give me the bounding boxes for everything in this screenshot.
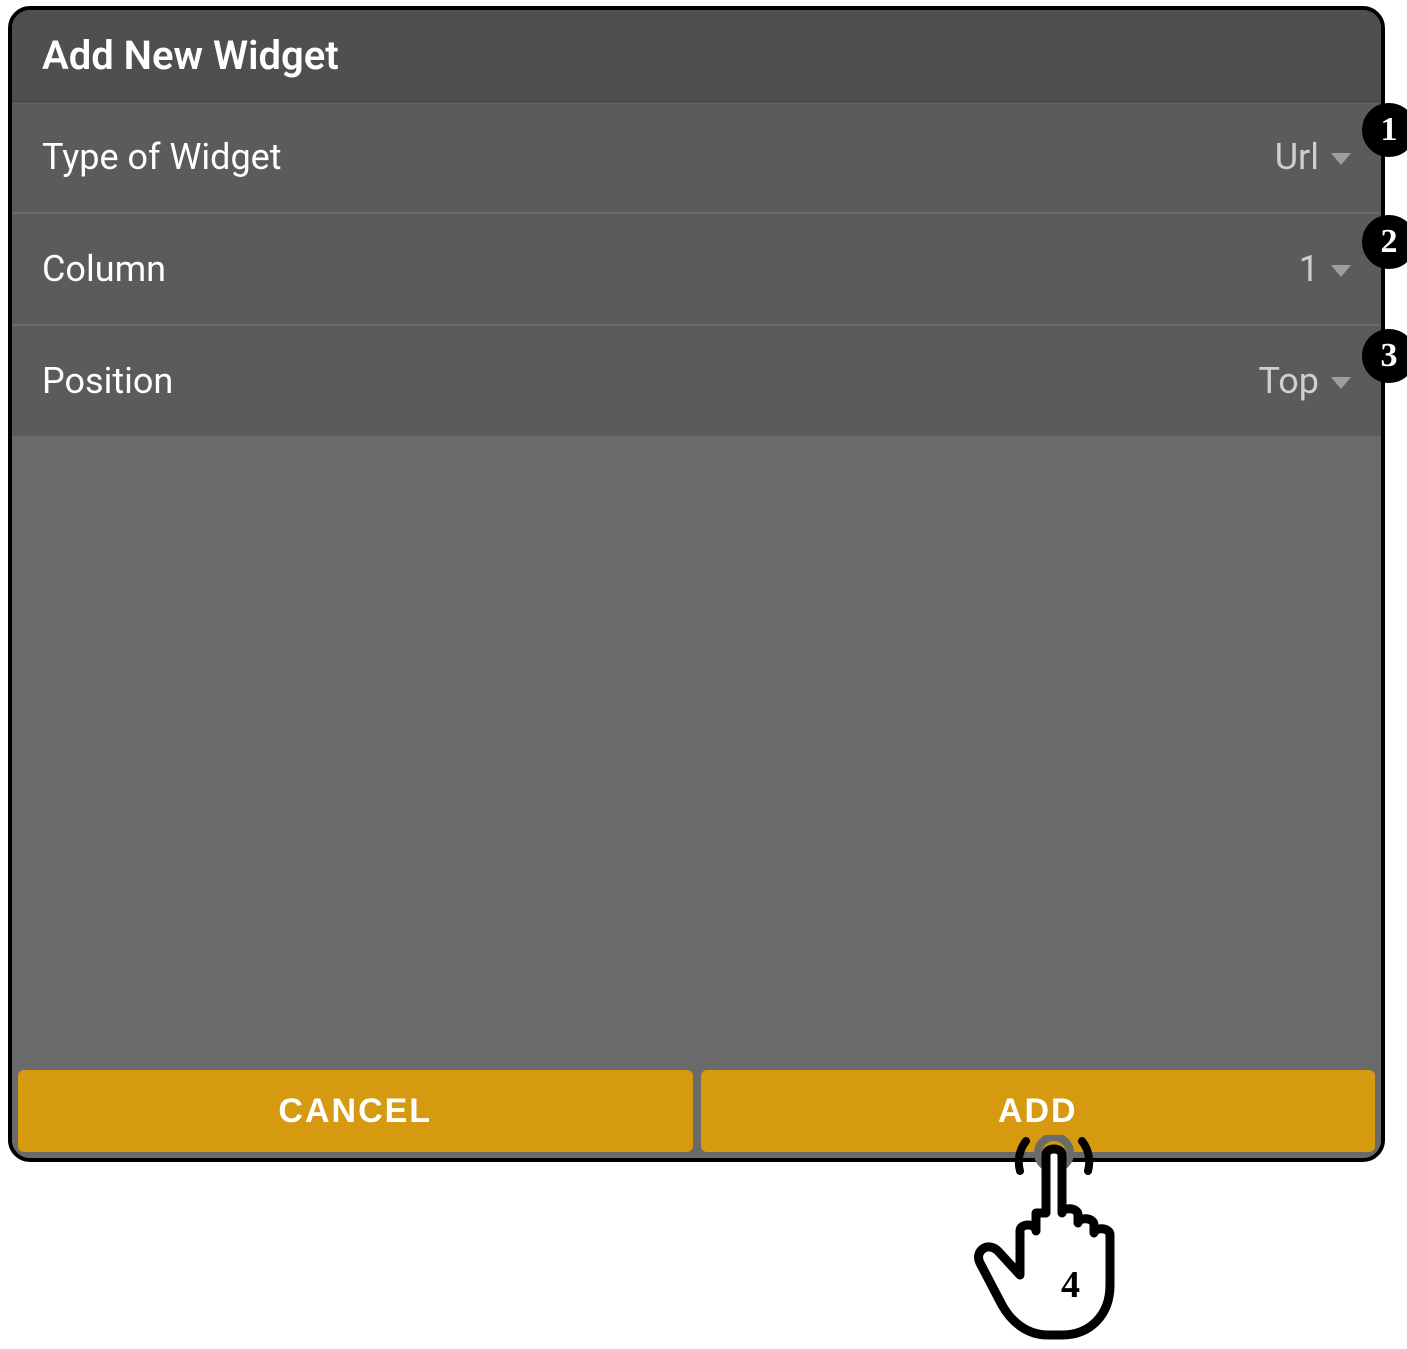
caret-down-icon	[1331, 377, 1351, 389]
callout-badge-2: 2	[1362, 215, 1407, 269]
row-value: Url	[1275, 136, 1319, 178]
row-value-wrap: Url	[1275, 136, 1351, 178]
dialog-title: Add New Widget	[42, 32, 1351, 79]
hand-pointer-icon	[954, 1135, 1154, 1345]
add-button[interactable]: ADD	[701, 1070, 1376, 1152]
dialog-rows: Type of Widget Url Column 1 Position Top	[12, 102, 1381, 438]
callout-badge-1: 1	[1362, 103, 1407, 157]
row-value-wrap: 1	[1299, 248, 1351, 290]
caret-down-icon	[1331, 153, 1351, 165]
row-position[interactable]: Position Top	[12, 326, 1381, 438]
tap-pointer: 4	[954, 1135, 1154, 1345]
row-column[interactable]: Column 1	[12, 214, 1381, 326]
callout-badge-4: 4	[1061, 1263, 1080, 1307]
dialog-body	[12, 438, 1381, 1064]
row-label: Position	[42, 360, 173, 402]
row-label: Column	[42, 248, 166, 290]
row-type-of-widget[interactable]: Type of Widget Url	[12, 102, 1381, 214]
row-value: 1	[1299, 248, 1319, 290]
dialog-header: Add New Widget	[12, 10, 1381, 102]
add-widget-dialog: Add New Widget Type of Widget Url Column…	[8, 6, 1385, 1162]
cancel-button[interactable]: CANCEL	[18, 1070, 693, 1152]
row-value-wrap: Top	[1259, 360, 1352, 402]
row-value: Top	[1259, 360, 1320, 402]
row-label: Type of Widget	[42, 136, 282, 178]
callout-badge-3: 3	[1362, 329, 1407, 383]
dialog-button-bar: CANCEL ADD	[12, 1064, 1381, 1158]
caret-down-icon	[1331, 265, 1351, 277]
